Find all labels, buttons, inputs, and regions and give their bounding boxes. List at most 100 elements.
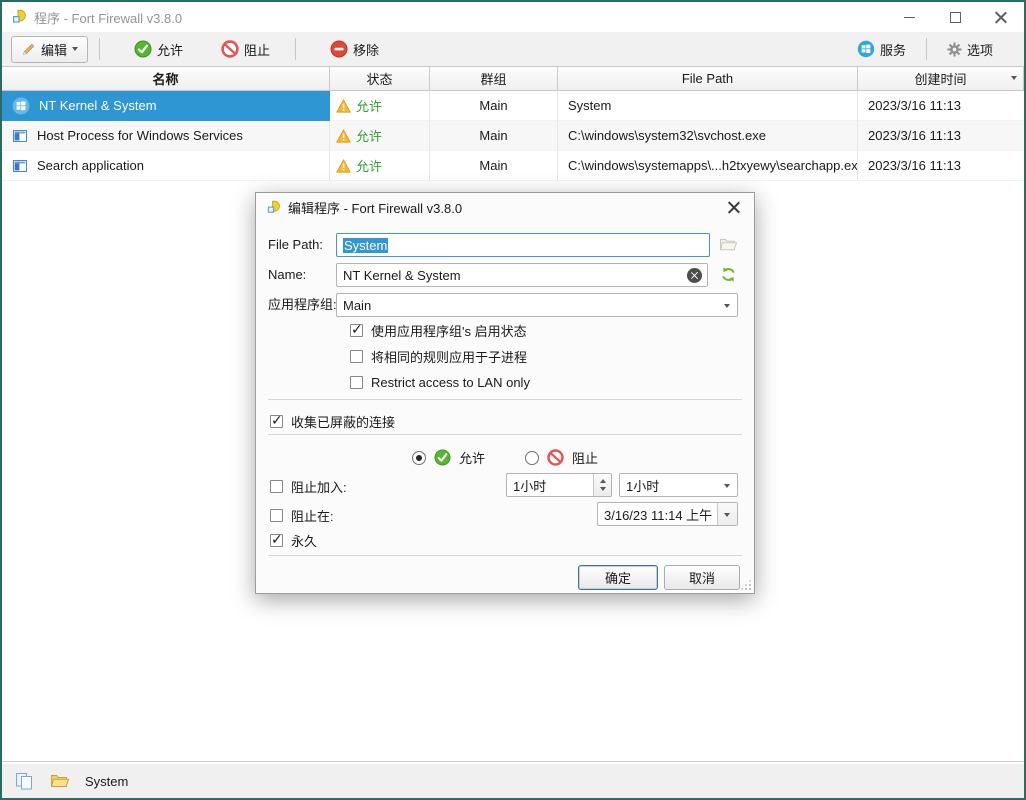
cell-created: 2023/3/16 11:13	[858, 121, 1024, 151]
ok-button[interactable]: 确定	[578, 565, 658, 590]
clear-name-button[interactable]	[687, 268, 702, 283]
action-radio-group: 允许 阻止	[256, 448, 754, 467]
apply-child-label: 将相同的规则应用于子进程	[371, 347, 527, 366]
services-button-label: 服务	[880, 40, 906, 59]
column-header-created[interactable]: 创建时间	[858, 67, 1024, 90]
checkbox-checked[interactable]	[270, 415, 283, 428]
dialog-titlebar: 编辑程序 - Fort Firewall v3.8.0	[256, 193, 462, 221]
app-logo-icon	[11, 9, 27, 25]
gear-icon	[947, 42, 962, 57]
app-logo-icon	[266, 200, 281, 215]
maximize-button[interactable]	[932, 2, 978, 32]
block-icon	[547, 449, 564, 466]
allow-check-icon	[134, 40, 152, 58]
system-app-icon	[12, 97, 30, 115]
clear-x-icon	[691, 272, 698, 279]
remove-button-label: 移除	[353, 40, 379, 59]
column-header-name[interactable]: 名称	[2, 67, 330, 90]
chevron-down-icon	[724, 304, 730, 308]
header-menu-arrow-icon[interactable]	[1011, 76, 1017, 80]
chevron-up-icon	[600, 479, 606, 483]
column-header-group[interactable]: 群组	[430, 67, 558, 90]
checkbox-unchecked[interactable]	[350, 350, 363, 363]
pencil-icon	[21, 42, 36, 57]
block-icon	[221, 40, 239, 58]
remove-minus-icon	[330, 40, 348, 58]
table-row[interactable]: Search application 允许 Main C:\windows\sy…	[2, 151, 1024, 181]
use-group-state-option[interactable]: 使用应用程序组's 启用状态	[350, 321, 527, 339]
name-value: NT Kernel & System	[343, 268, 461, 283]
table-row[interactable]: Host Process for Windows Services 允许 Mai…	[2, 121, 1024, 151]
refresh-icon[interactable]	[720, 266, 737, 283]
block-radio[interactable]	[525, 451, 539, 465]
block-in-hours-spinbox[interactable]: 1小时	[506, 473, 612, 497]
toolbar: 编辑 允许 阻止 移除	[2, 32, 1024, 66]
column-header-status[interactable]: 状态	[330, 67, 430, 90]
app-group-combobox[interactable]: Main	[336, 293, 738, 317]
services-button[interactable]: 服务	[848, 37, 915, 62]
services-windows-icon	[857, 40, 875, 58]
checkbox-unchecked[interactable]	[270, 509, 283, 522]
block-button[interactable]: 阻止	[212, 37, 279, 62]
resize-grip[interactable]	[741, 580, 751, 590]
apply-child-option[interactable]: 将相同的规则应用于子进程	[350, 347, 527, 365]
block-button-label: 阻止	[244, 40, 270, 59]
edit-button[interactable]: 编辑	[11, 36, 88, 63]
block-at-datetime-picker[interactable]: 3/16/23 11:14 上午	[597, 502, 738, 526]
cell-name: Host Process for Windows Services	[2, 121, 330, 151]
cell-group: Main	[430, 151, 558, 181]
separator	[268, 434, 742, 435]
titlebar: 程序 - Fort Firewall v3.8.0	[2, 2, 1024, 32]
allow-radio[interactable]	[412, 451, 426, 465]
chevron-down-icon	[724, 513, 730, 517]
checkbox-checked[interactable]	[270, 534, 283, 547]
block-radio-label: 阻止	[572, 448, 598, 467]
close-button[interactable]	[978, 2, 1024, 32]
cell-status: 允许	[330, 121, 430, 151]
cancel-button[interactable]: 取消	[664, 565, 740, 590]
collect-blocked-option[interactable]: 收集已屏蔽的连接	[270, 412, 395, 430]
checkbox-unchecked[interactable]	[350, 376, 363, 389]
dialog-close-button[interactable]	[714, 193, 754, 221]
cell-path: C:\windows\systemapps\...h2txyewy\search…	[558, 151, 858, 181]
cancel-button-label: 取消	[689, 568, 715, 587]
lan-only-option[interactable]: Restrict access to LAN only	[350, 373, 530, 391]
status-bar: System	[2, 764, 1024, 798]
file-path-input[interactable]: System	[336, 233, 710, 257]
checkbox-checked[interactable]	[350, 324, 363, 337]
warning-icon	[336, 129, 351, 143]
warning-icon	[336, 99, 351, 113]
collect-blocked-label: 收集已屏蔽的连接	[291, 412, 395, 431]
options-button[interactable]: 选项	[938, 37, 1002, 62]
block-at-option[interactable]: 阻止在:	[270, 506, 334, 524]
copy-path-icon[interactable]	[15, 772, 35, 791]
dialog-title: 编辑程序 - Fort Firewall v3.8.0	[288, 198, 462, 217]
cell-created: 2023/3/16 11:13	[858, 151, 1024, 181]
file-path-label: File Path:	[268, 233, 323, 257]
checkbox-unchecked[interactable]	[270, 480, 283, 493]
toolbar-separator	[926, 38, 927, 60]
cell-path: System	[558, 91, 858, 121]
remove-button[interactable]: 移除	[321, 37, 388, 62]
forever-option[interactable]: 永久	[270, 531, 317, 549]
cell-path: C:\windows\system32\svchost.exe	[558, 121, 858, 151]
minimize-icon	[904, 17, 915, 18]
allow-button[interactable]: 允许	[125, 37, 192, 62]
datetime-dropdown-button[interactable]	[717, 503, 737, 525]
app-window: 程序 - Fort Firewall v3.8.0 编辑 允许	[0, 0, 1026, 800]
table-row[interactable]: NT Kernel & System 允许 Main System 2023/3…	[2, 91, 1024, 121]
open-folder-icon[interactable]	[50, 773, 70, 789]
lan-only-label: Restrict access to LAN only	[371, 375, 530, 390]
allow-check-icon	[434, 449, 451, 466]
block-in-option[interactable]: 阻止加入:	[270, 477, 347, 495]
name-input[interactable]: NT Kernel & System	[336, 263, 708, 287]
block-in-unit-combobox[interactable]: 1小时	[619, 473, 738, 497]
spinner-buttons[interactable]	[593, 474, 611, 496]
browse-folder-icon[interactable]	[719, 237, 738, 252]
close-icon	[728, 201, 740, 213]
block-in-unit-value: 1小时	[626, 476, 659, 495]
use-group-state-label: 使用应用程序组's 启用状态	[371, 321, 527, 340]
table-header: 名称 状态 群组 File Path 创建时间	[2, 67, 1024, 91]
column-header-path[interactable]: File Path	[558, 67, 858, 90]
minimize-button[interactable]	[886, 2, 932, 32]
